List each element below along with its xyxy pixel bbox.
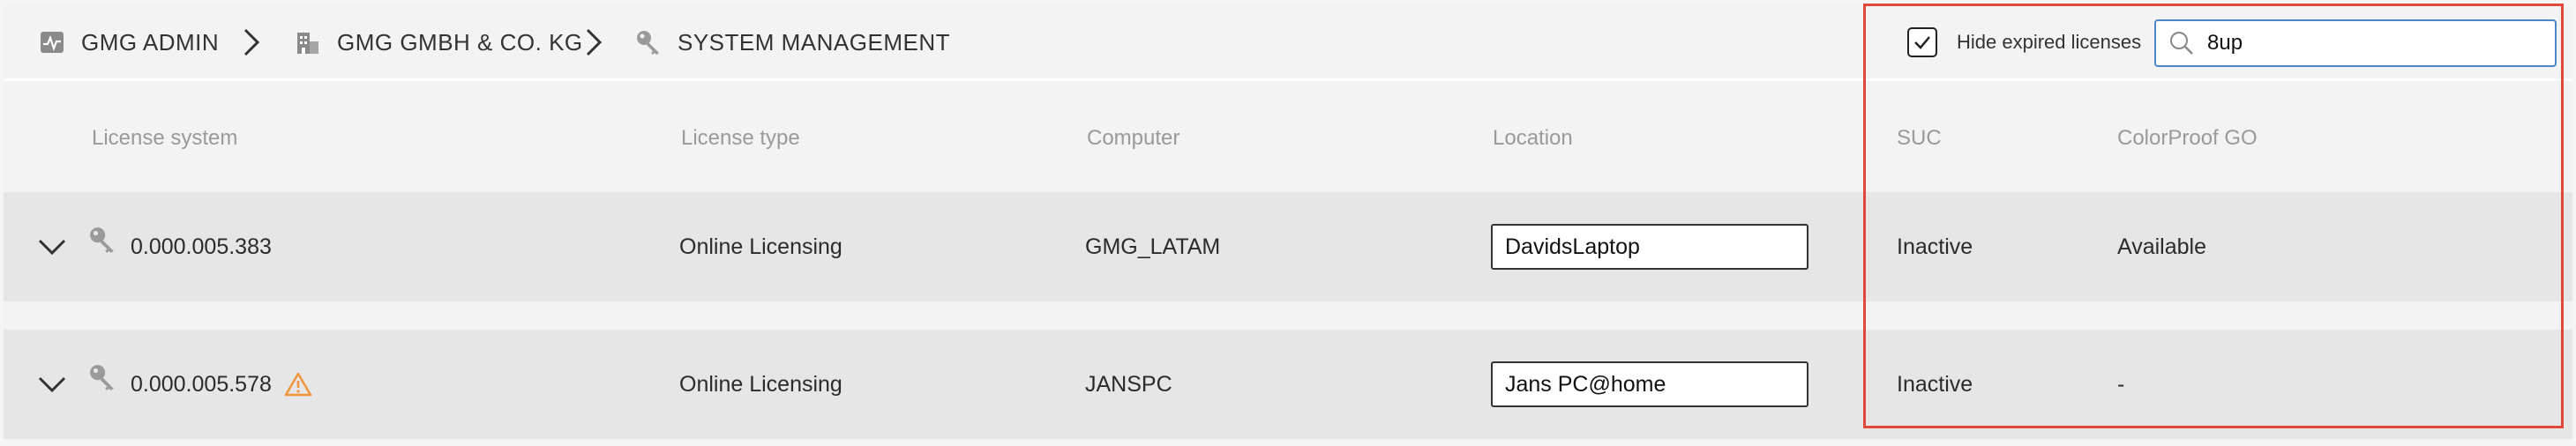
hide-expired-checkbox[interactable] (1907, 27, 1937, 57)
hide-expired-label: Hide expired licenses (1957, 31, 2142, 53)
computer-value: GMG_LATAM (1085, 234, 1221, 259)
colorproof-go-value: - (2117, 371, 2125, 397)
suc-value: Inactive (1897, 371, 1973, 397)
table-row[interactable]: 0.000.005.578 Online Licensing JANSPC In… (4, 330, 2572, 439)
breadcrumb-label: GMG GMBH & CO. KG (337, 28, 583, 56)
colorproof-go-value: Available (2117, 234, 2207, 259)
key-icon (635, 29, 662, 56)
breadcrumb-label: SYSTEM MANAGEMENT (678, 28, 950, 56)
expand-chevron-icon[interactable] (37, 330, 67, 439)
license-type-value: Online Licensing (679, 371, 842, 397)
suc-value: Inactive (1897, 234, 1973, 259)
chevron-right-icon (242, 4, 261, 81)
column-computer[interactable]: Computer (1087, 84, 1179, 192)
key-icon (88, 192, 116, 287)
breadcrumb-item-gmg-admin[interactable]: GMG ADMIN (39, 4, 219, 81)
license-system-value: 0.000.005.383 (131, 234, 272, 259)
breadcrumb-item-system-management[interactable]: SYSTEM MANAGEMENT (635, 4, 950, 81)
building-icon (295, 29, 321, 56)
column-license-type[interactable]: License type (681, 84, 800, 192)
search-icon (2170, 32, 2193, 55)
checkmark-icon (1914, 36, 1930, 49)
location-input[interactable] (1491, 361, 1808, 407)
license-type-value: Online Licensing (679, 234, 842, 259)
table-header: License system License type Computer Loc… (4, 84, 2572, 192)
column-location[interactable]: Location (1493, 84, 1573, 192)
license-system-value: 0.000.005.578 (131, 371, 272, 397)
breadcrumb-label: GMG ADMIN (81, 28, 220, 56)
chevron-right-icon (584, 4, 603, 81)
location-input[interactable] (1491, 224, 1808, 270)
warning-icon (284, 330, 312, 439)
table-row[interactable]: 0.000.005.383 Online Licensing GMG_LATAM… (4, 192, 2572, 301)
activity-chart-icon (39, 29, 65, 56)
hide-expired-toggle[interactable]: Hide expired licenses (1907, 4, 2141, 81)
breadcrumb-item-company[interactable]: GMG GMBH & CO. KG (295, 4, 583, 81)
search-input[interactable] (2207, 31, 2542, 56)
key-icon (88, 330, 116, 425)
expand-chevron-icon[interactable] (37, 192, 67, 301)
computer-value: JANSPC (1085, 371, 1172, 397)
license-management-view: GMG ADMIN GMG GMBH & CO. KG SYSTEM MANAG… (4, 4, 2572, 442)
column-colorproof-go[interactable]: ColorProof GO (2117, 84, 2258, 192)
search-box[interactable] (2154, 19, 2557, 67)
header-bar: GMG ADMIN GMG GMBH & CO. KG SYSTEM MANAG… (4, 4, 2572, 81)
column-suc[interactable]: SUC (1897, 84, 1942, 192)
column-license-system[interactable]: License system (92, 84, 237, 192)
